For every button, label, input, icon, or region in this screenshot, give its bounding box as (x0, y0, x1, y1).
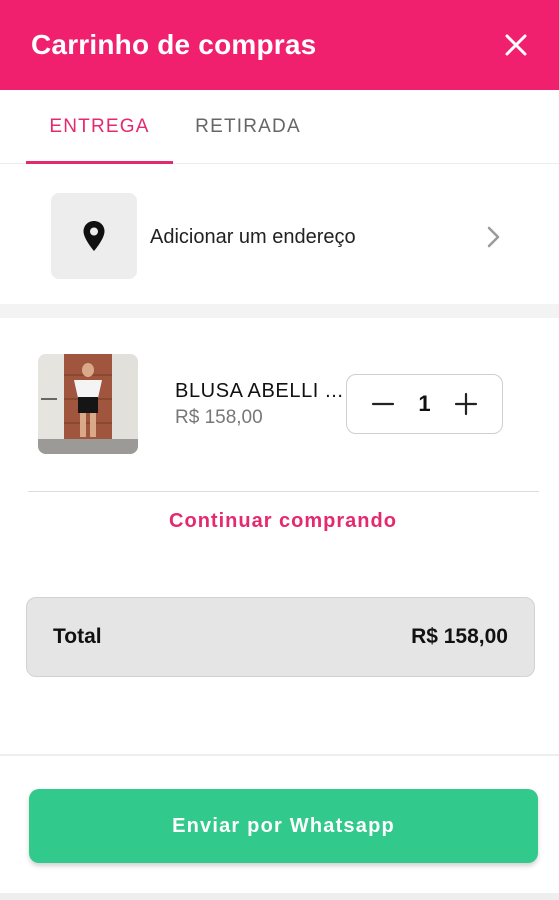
chevron-right-icon (487, 226, 500, 248)
footer-separator (0, 754, 559, 756)
tab-entrega[interactable]: ENTREGA (26, 90, 173, 164)
increase-quantity-button[interactable] (452, 390, 480, 418)
send-whatsapp-button[interactable]: Enviar por Whatsapp (29, 789, 538, 863)
address-icon-box (51, 193, 137, 279)
tab-retirada[interactable]: RETIRADA (173, 90, 323, 164)
bottom-bar (0, 893, 559, 900)
total-summary: Total R$ 158,00 (26, 597, 535, 677)
section-separator (0, 304, 559, 318)
close-icon (505, 34, 527, 56)
add-address-row[interactable]: Adicionar um endereço (0, 164, 559, 304)
quantity-value: 1 (418, 391, 431, 416)
delivery-tabs: ENTREGA RETIRADA (0, 90, 559, 164)
cart-item: BLUSA ABELLI ... R$ 158,00 1 (0, 318, 559, 492)
product-name: BLUSA ABELLI ... (175, 380, 344, 402)
product-price: R$ 158,00 (175, 407, 263, 428)
decrease-quantity-button[interactable] (369, 390, 397, 418)
close-button[interactable] (501, 30, 531, 60)
location-pin-icon (83, 221, 105, 251)
item-divider (28, 491, 539, 492)
product-image[interactable] (38, 354, 138, 454)
cart-header: Carrinho de compras (0, 0, 559, 90)
quantity-stepper: 1 (346, 374, 503, 434)
plus-icon (454, 392, 478, 416)
minus-icon (371, 402, 395, 406)
total-label: Total (53, 625, 102, 648)
page-title: Carrinho de compras (31, 29, 317, 60)
continue-shopping-link[interactable]: Continuar comprando (0, 510, 559, 533)
add-address-label: Adicionar um endereço (150, 226, 356, 248)
total-value: R$ 158,00 (411, 625, 508, 648)
